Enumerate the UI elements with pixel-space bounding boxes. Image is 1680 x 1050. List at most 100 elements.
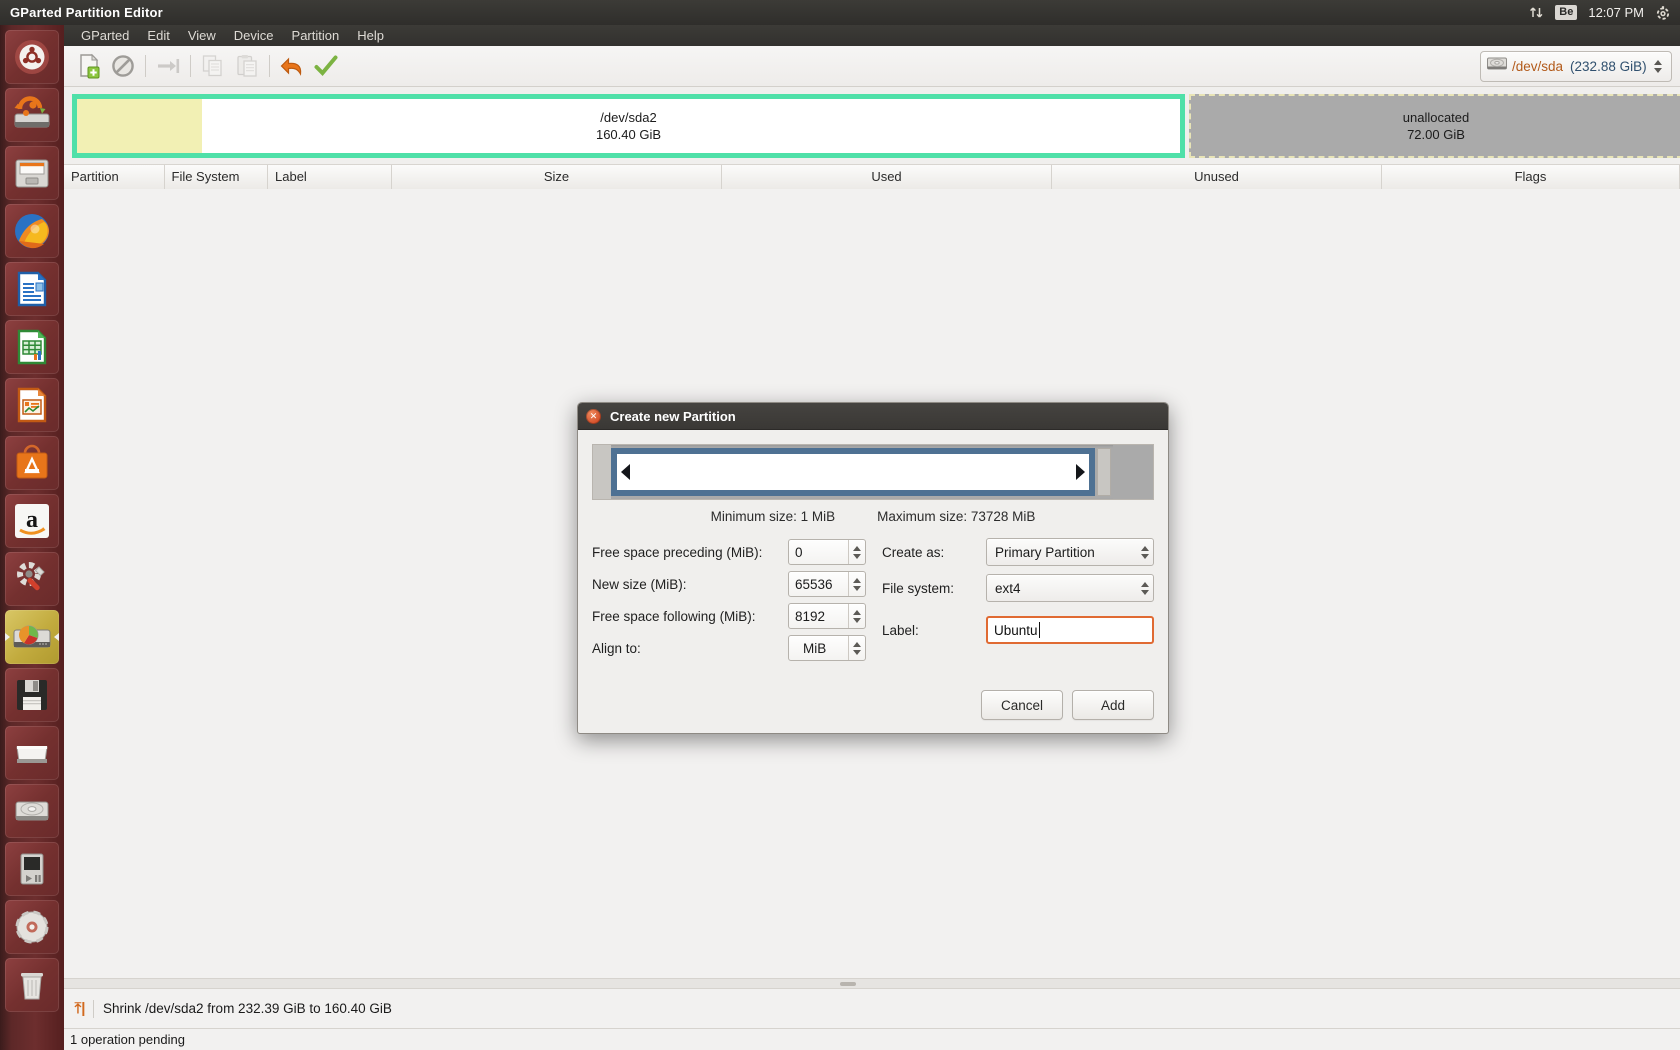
used-space-block xyxy=(77,99,202,153)
create-as-label: Create as: xyxy=(882,545,986,560)
field-align-to: Align to: MiB xyxy=(592,632,872,664)
free-space-preceding-label: Free space preceding (MiB): xyxy=(592,545,788,560)
launcher-item-ubuntu-software[interactable] xyxy=(5,436,59,490)
column-header-used[interactable]: Used xyxy=(722,165,1052,189)
slider-right-grip[interactable] xyxy=(1097,448,1111,496)
launcher-item-files[interactable] xyxy=(5,146,59,200)
dialog-title-bar: ✕ Create new Partition xyxy=(578,403,1168,430)
hard-disk-icon xyxy=(1486,53,1508,80)
menu-item-view[interactable]: View xyxy=(179,26,225,45)
svg-text:a: a xyxy=(26,507,38,533)
launcher-item-libreoffice-impress[interactable] xyxy=(5,378,59,432)
launcher-item-cd-drive[interactable] xyxy=(5,900,59,954)
menu-bar: GParted Edit View Device Partition Help xyxy=(64,25,1680,46)
toolbar: /dev/sda (232.88 GiB) xyxy=(64,46,1680,87)
launcher-item-ubuntu-dash[interactable] xyxy=(5,30,59,84)
panel-indicators: Be 12:07 PM xyxy=(1529,5,1671,21)
create-as-spinner[interactable] xyxy=(1141,539,1149,565)
partition-size-slider[interactable] xyxy=(592,444,1154,500)
minimum-size-text: Minimum size: 1 MiB xyxy=(711,509,836,524)
paste-button[interactable] xyxy=(230,49,264,83)
disk-graphic-partition-sda2[interactable]: /dev/sda2 160.40 GiB xyxy=(72,94,1185,158)
launcher-item-trash[interactable] xyxy=(5,958,59,1012)
align-to-spinner[interactable] xyxy=(848,636,865,660)
launcher-item-floppy-disk[interactable] xyxy=(5,668,59,722)
menu-item-help[interactable]: Help xyxy=(348,26,393,45)
disk-graphic-unallocated-name: unallocated xyxy=(1403,109,1470,126)
device-name: /dev/sda xyxy=(1512,59,1563,74)
apply-all-operations-button[interactable] xyxy=(309,49,343,83)
menu-item-partition[interactable]: Partition xyxy=(283,26,349,45)
dialog-body: Minimum size: 1 MiB Maximum size: 73728 … xyxy=(578,430,1168,676)
toolbar-separator-3 xyxy=(269,55,270,77)
file-system-label: File system: xyxy=(882,581,986,596)
launcher-item-libreoffice-calc[interactable] xyxy=(5,320,59,374)
slider-left-arrow-icon[interactable] xyxy=(621,464,630,480)
clock[interactable]: 12:07 PM xyxy=(1588,5,1644,20)
gear-power-icon[interactable] xyxy=(1655,5,1671,21)
copy-button[interactable] xyxy=(196,49,230,83)
launcher-item-media-player[interactable] xyxy=(5,842,59,896)
disk-graphic-unallocated[interactable]: unallocated 72.00 GiB xyxy=(1189,94,1680,158)
table-header-row: Partition File System Label Size Used Un… xyxy=(64,165,1680,189)
launcher-item-system-restore[interactable] xyxy=(5,88,59,142)
menu-item-device[interactable]: Device xyxy=(225,26,283,45)
column-header-file-system[interactable]: File System xyxy=(164,165,268,189)
pending-operations-list: ⤒| Shrink /dev/sda2 from 232.39 GiB to 1… xyxy=(64,988,1680,1028)
unity-launcher: a xyxy=(0,25,64,1050)
slider-handle[interactable] xyxy=(611,448,1095,496)
undo-all-operations-button[interactable] xyxy=(275,49,309,83)
add-button[interactable]: Add xyxy=(1072,690,1154,720)
top-panel: GParted Partition Editor Be 12:07 PM xyxy=(0,0,1680,25)
field-create-as: Create as: Primary Partition xyxy=(882,536,1154,568)
device-selector[interactable]: /dev/sda (232.88 GiB) xyxy=(1480,51,1672,82)
text-caret xyxy=(1039,622,1040,638)
create-as-select[interactable]: Primary Partition xyxy=(986,538,1154,566)
status-bar: 1 operation pending xyxy=(64,1028,1680,1050)
window-title: GParted Partition Editor xyxy=(10,5,163,20)
new-partition-button[interactable] xyxy=(72,49,106,83)
partition-label-input[interactable]: Ubuntu xyxy=(986,616,1154,644)
free-space-preceding-spinner[interactable] xyxy=(848,540,865,564)
launcher-item-firefox[interactable] xyxy=(5,204,59,258)
keyboard-layout-indicator[interactable]: Be xyxy=(1555,5,1577,20)
file-system-select[interactable]: ext4 xyxy=(986,574,1154,602)
free-space-following-input[interactable]: 8192 xyxy=(788,603,866,629)
column-header-partition[interactable]: Partition xyxy=(64,165,164,189)
toolbar-separator-1 xyxy=(145,55,146,77)
new-size-input[interactable]: 65536 xyxy=(788,571,866,597)
free-space-following-spinner[interactable] xyxy=(848,604,865,628)
delete-partition-button[interactable] xyxy=(106,49,140,83)
align-to-label: Align to: xyxy=(592,641,788,656)
launcher-item-hard-disk[interactable] xyxy=(5,784,59,838)
column-header-size[interactable]: Size xyxy=(392,165,722,189)
launcher-item-gparted[interactable] xyxy=(5,610,59,664)
new-size-spinner[interactable] xyxy=(848,572,865,596)
cancel-button[interactable]: Cancel xyxy=(981,690,1063,720)
device-selector-spinner[interactable] xyxy=(1654,60,1662,73)
new-size-label: New size (MiB): xyxy=(592,577,788,592)
create-new-partition-dialog: ✕ Create new Partition Minimum size: 1 M… xyxy=(577,402,1169,734)
slider-right-arrow-icon[interactable] xyxy=(1076,464,1085,480)
network-transfer-icon[interactable] xyxy=(1529,5,1544,20)
align-to-select[interactable]: MiB xyxy=(788,635,866,661)
file-system-spinner[interactable] xyxy=(1141,575,1149,601)
resize-move-button[interactable] xyxy=(151,49,185,83)
disk-graphic-unallocated-size: 72.00 GiB xyxy=(1403,126,1470,143)
column-header-unused[interactable]: Unused xyxy=(1052,165,1382,189)
free-space-following-label: Free space following (MiB): xyxy=(592,609,788,624)
free-space-preceding-input[interactable]: 0 xyxy=(788,539,866,565)
column-header-flags[interactable]: Flags xyxy=(1382,165,1680,189)
launcher-item-amazon[interactable]: a xyxy=(5,494,59,548)
disk-graphic: /dev/sda2 160.40 GiB unallocated 72.00 G… xyxy=(64,87,1680,165)
close-icon[interactable]: ✕ xyxy=(586,409,601,424)
column-header-label[interactable]: Label xyxy=(268,165,392,189)
horizontal-scrollbar[interactable] xyxy=(64,978,1680,988)
launcher-item-external-drive[interactable] xyxy=(5,726,59,780)
status-text: 1 operation pending xyxy=(70,1032,185,1047)
launcher-item-libreoffice-writer[interactable] xyxy=(5,262,59,316)
menu-item-edit[interactable]: Edit xyxy=(138,26,178,45)
field-free-space-following: Free space following (MiB): 8192 xyxy=(592,600,872,632)
menu-item-gparted[interactable]: GParted xyxy=(72,26,138,45)
launcher-item-system-settings[interactable] xyxy=(5,552,59,606)
